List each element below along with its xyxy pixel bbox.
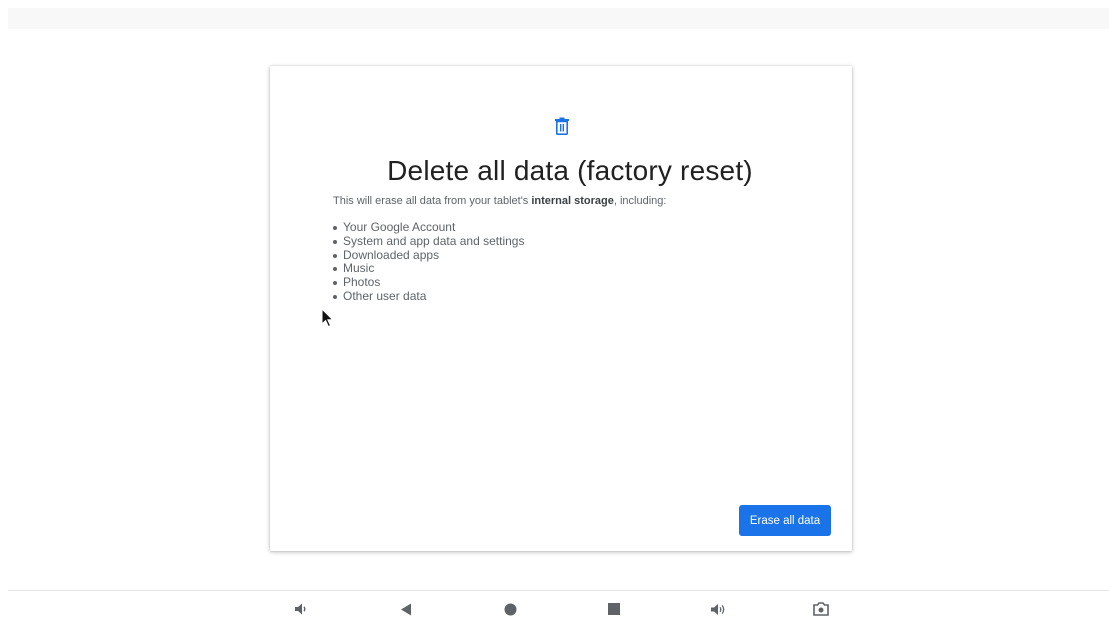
description-suffix: , including:	[613, 195, 667, 207]
description-text: This will erase all data from your table…	[333, 194, 666, 208]
recents-button[interactable]	[605, 601, 623, 617]
bullet-icon	[333, 226, 337, 230]
trash-icon	[555, 117, 569, 135]
screenshot-icon	[813, 602, 829, 616]
erase-all-data-button[interactable]: Erase all data	[739, 505, 831, 536]
description-prefix: This will erase all data from your table…	[333, 195, 532, 207]
list-item: Downloaded apps	[333, 247, 524, 263]
factory-reset-dialog: Delete all data (factory reset) This wil…	[270, 66, 852, 551]
mouse-cursor-icon	[321, 308, 334, 328]
android-screen: Delete all data (factory reset) This wil…	[0, 0, 1109, 618]
bullet-icon	[333, 239, 337, 244]
list-item-label: Music	[343, 261, 375, 276]
list-item-label: Photos	[343, 275, 381, 290]
recents-icon	[608, 603, 620, 615]
data-items-list: Your Google Account System and app data …	[333, 220, 525, 304]
bullet-icon	[333, 267, 337, 272]
bullet-icon	[333, 294, 337, 299]
home-icon	[504, 603, 516, 615]
screenshot-button[interactable]	[812, 601, 830, 617]
list-item: Music	[333, 261, 524, 276]
list-item-label: Your Google Account	[343, 220, 456, 234]
back-button[interactable]	[397, 601, 415, 617]
description-bold: internal storage	[531, 195, 614, 207]
top-status-strip	[8, 8, 1109, 29]
list-item-label: Downloaded apps	[343, 247, 440, 262]
bullet-icon	[333, 253, 337, 258]
list-item: Your Google Account	[333, 220, 524, 235]
list-item: Other user data	[333, 288, 524, 304]
list-item: System and app data and settings	[333, 233, 525, 249]
volume-up-button[interactable]	[709, 601, 727, 617]
back-icon	[401, 603, 411, 615]
list-item-label: Other user data	[343, 288, 427, 303]
home-button[interactable]	[501, 601, 519, 617]
list-item-label: System and app data and settings	[343, 233, 525, 248]
volume-up-icon	[710, 603, 724, 615]
bullet-icon	[333, 281, 337, 286]
volume-down-icon	[295, 603, 306, 615]
page-title: Delete all data (factory reset)	[387, 155, 753, 186]
navigation-bar	[8, 590, 1109, 618]
volume-down-button[interactable]	[292, 601, 310, 617]
list-item: Photos	[333, 275, 524, 290]
